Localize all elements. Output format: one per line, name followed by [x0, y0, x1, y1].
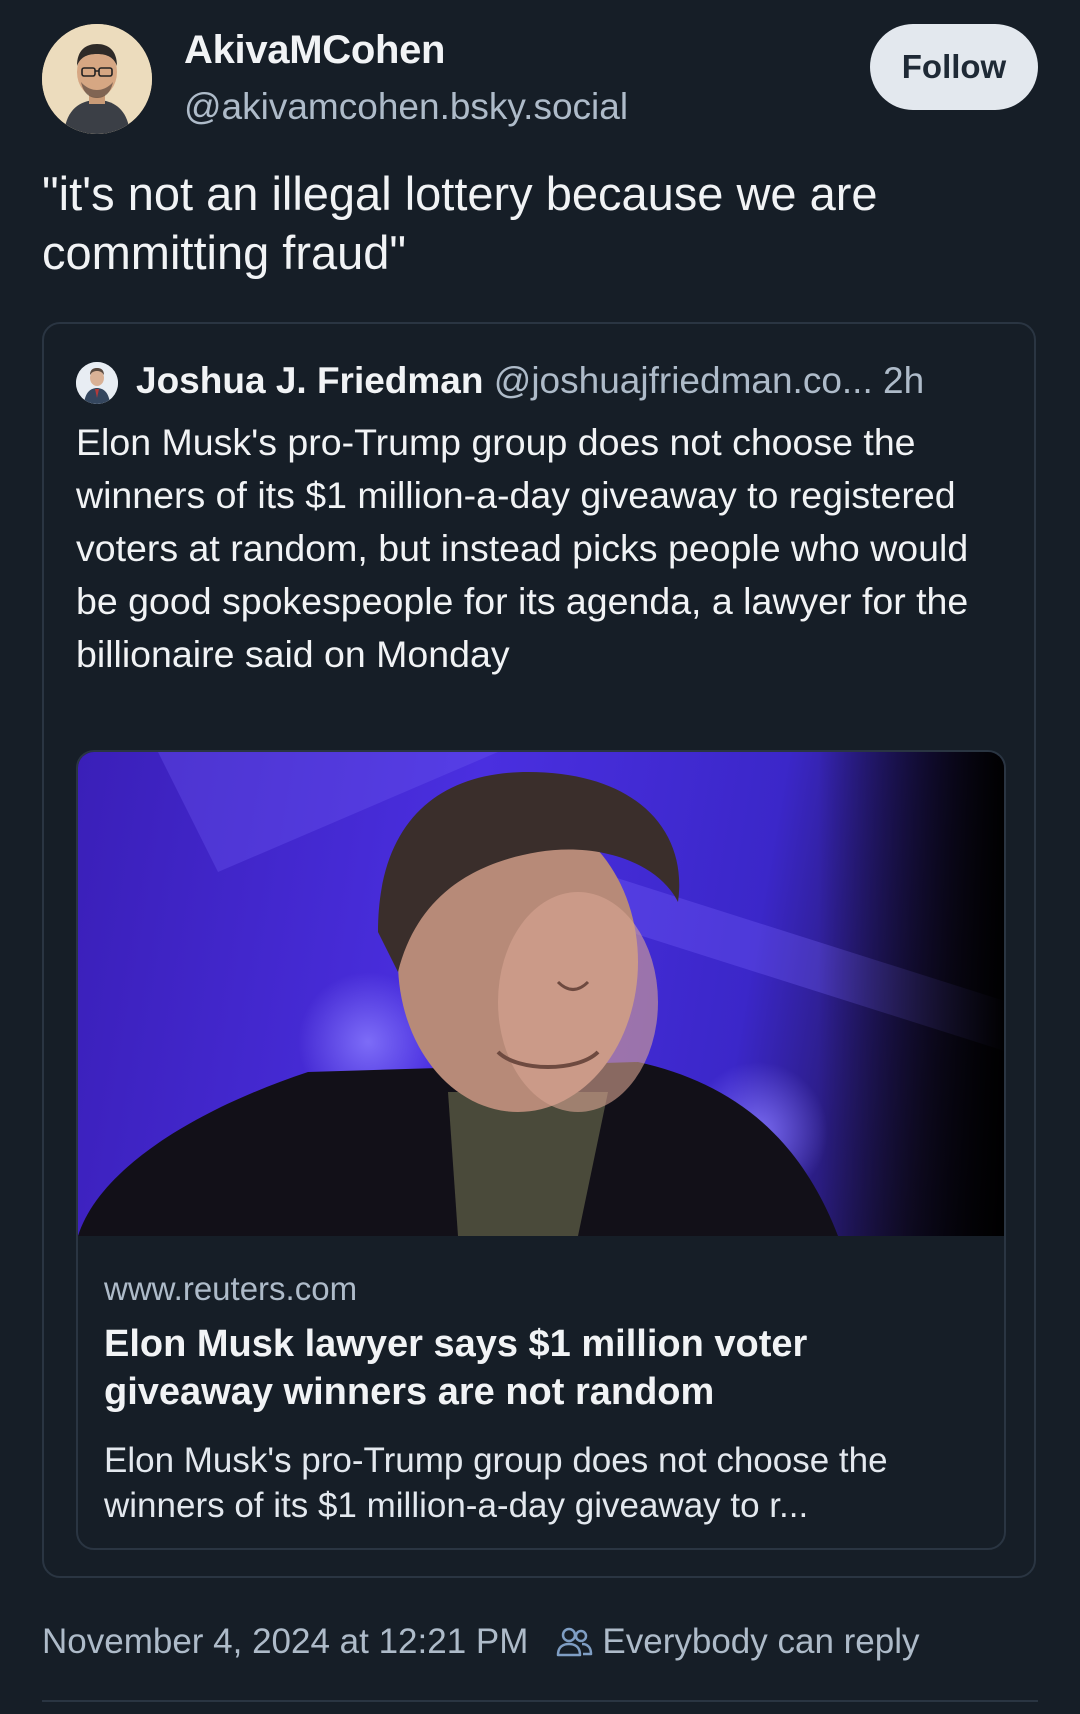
quoted-post[interactable]: Joshua J. Friedman @joshuajfriedman.co..…: [42, 322, 1036, 1578]
follow-button[interactable]: Follow: [870, 24, 1038, 110]
quote-author-handle[interactable]: @joshuajfriedman.co...: [494, 360, 873, 401]
post-text: "it's not an illegal lottery because we …: [42, 167, 878, 279]
quote-text: Elon Musk's pro-Trump group does not cho…: [76, 421, 969, 675]
quote-author-avatar[interactable]: [76, 362, 118, 404]
post: AkivaMCohen @akivamcohen.bsky.social Fol…: [0, 0, 1080, 1714]
post-timestamp: November 4, 2024 at 12:21 PM: [42, 1622, 529, 1661]
quote-timestamp: 2h: [883, 360, 925, 401]
author-handle[interactable]: @akivamcohen.bsky.social: [184, 86, 628, 128]
link-description: Elon Musk's pro-Trump group does not cho…: [104, 1441, 888, 1525]
link-domain: www.reuters.com: [104, 1270, 358, 1307]
people-icon: [554, 1622, 594, 1662]
reply-setting[interactable]: Everybody can reply: [554, 1622, 920, 1662]
link-card[interactable]: www.reuters.com Elon Musk lawyer says $1…: [76, 750, 1006, 1550]
link-title: Elon Musk lawyer says $1 million voter g…: [104, 1323, 808, 1413]
link-thumbnail-image: [78, 752, 1004, 1236]
reply-setting-label: Everybody can reply: [602, 1622, 920, 1661]
author-display-name[interactable]: AkivaMCohen: [184, 28, 446, 73]
quote-author-name[interactable]: Joshua J. Friedman: [136, 360, 484, 401]
post-footer: November 4, 2024 at 12:21 PM Everybody c…: [42, 1622, 920, 1662]
author-avatar[interactable]: [42, 24, 152, 134]
quote-header: Joshua J. Friedman @joshuajfriedman.co..…: [136, 360, 1016, 402]
divider: [42, 1700, 1038, 1702]
